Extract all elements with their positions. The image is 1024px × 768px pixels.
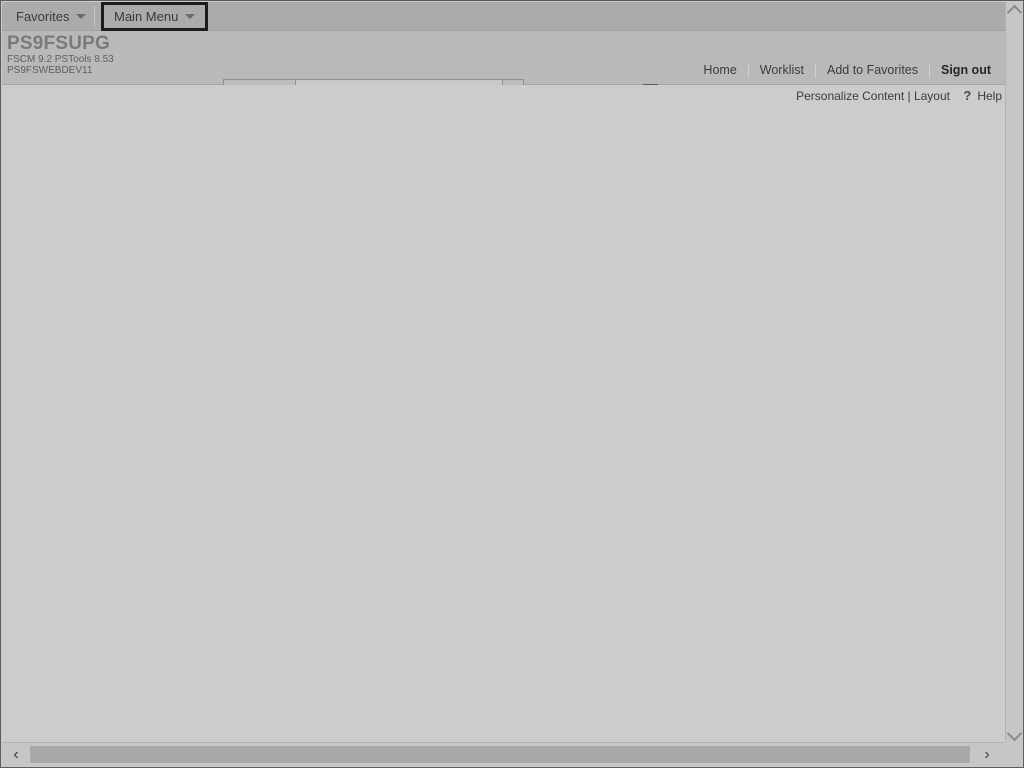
help-label: Help bbox=[977, 88, 1002, 103]
horizontal-scrollbar[interactable]: ‹ › bbox=[2, 742, 1007, 766]
tab-main-menu[interactable]: Main Menu bbox=[101, 2, 209, 31]
scroll-up-button[interactable] bbox=[1006, 4, 1022, 21]
tab-favorites-label: Favorites bbox=[16, 9, 70, 24]
top-navigation: Home Worklist Add to Favorites Sign out bbox=[692, 61, 993, 79]
tab-favorites[interactable]: Favorites bbox=[6, 2, 96, 31]
portal-tab-strip: Favorites Main Menu bbox=[2, 2, 1007, 31]
nav-link-sign-out[interactable]: Sign out bbox=[930, 63, 993, 77]
page-viewport: Favorites Main Menu PS9FSUPG FSCM 9.2 PS… bbox=[2, 2, 1007, 744]
scroll-down-button[interactable] bbox=[1006, 725, 1022, 742]
chevron-down-icon bbox=[185, 14, 196, 19]
page-title: PS9FSUPG bbox=[7, 33, 110, 54]
nav-link-worklist[interactable]: Worklist bbox=[749, 63, 815, 77]
portal-header: PS9FSUPG FSCM 9.2 PSTools 8.53 PS9FSWEBD… bbox=[2, 31, 1007, 104]
chevron-down-icon bbox=[1006, 725, 1022, 742]
scroll-right-button[interactable]: › bbox=[977, 744, 997, 765]
page-content-area bbox=[3, 108, 1007, 744]
horizontal-scrollbar-thumb[interactable] bbox=[30, 746, 970, 763]
tab-divider bbox=[94, 6, 95, 27]
brand-server: PS9FSWEBDEV11 bbox=[7, 65, 93, 76]
vertical-scrollbar[interactable] bbox=[1005, 2, 1022, 744]
nav-link-home[interactable]: Home bbox=[692, 63, 747, 77]
tab-main-menu-label: Main Menu bbox=[114, 9, 179, 24]
personalize-content-layout-link[interactable]: Personalize Content | Layout bbox=[796, 89, 950, 103]
nav-link-add-to-favorites[interactable]: Add to Favorites bbox=[816, 63, 929, 77]
scroll-left-button[interactable]: ‹ bbox=[6, 744, 26, 765]
personalize-toolbar: Personalize Content | Layout ? Help bbox=[2, 85, 1007, 107]
brand-version: FSCM 9.2 PSTools 8.53 bbox=[7, 54, 114, 65]
help-link[interactable]: ? Help bbox=[963, 88, 1002, 103]
browser-window: Favorites Main Menu PS9FSUPG FSCM 9.2 PS… bbox=[0, 0, 1024, 768]
chevron-up-icon bbox=[1006, 4, 1022, 21]
brand-block: PS9FSUPG FSCM 9.2 PSTools 8.53 PS9FSWEBD… bbox=[7, 33, 114, 77]
chevron-down-icon bbox=[76, 14, 87, 19]
question-mark-icon: ? bbox=[963, 88, 972, 103]
scrollbar-corner bbox=[1005, 742, 1022, 766]
